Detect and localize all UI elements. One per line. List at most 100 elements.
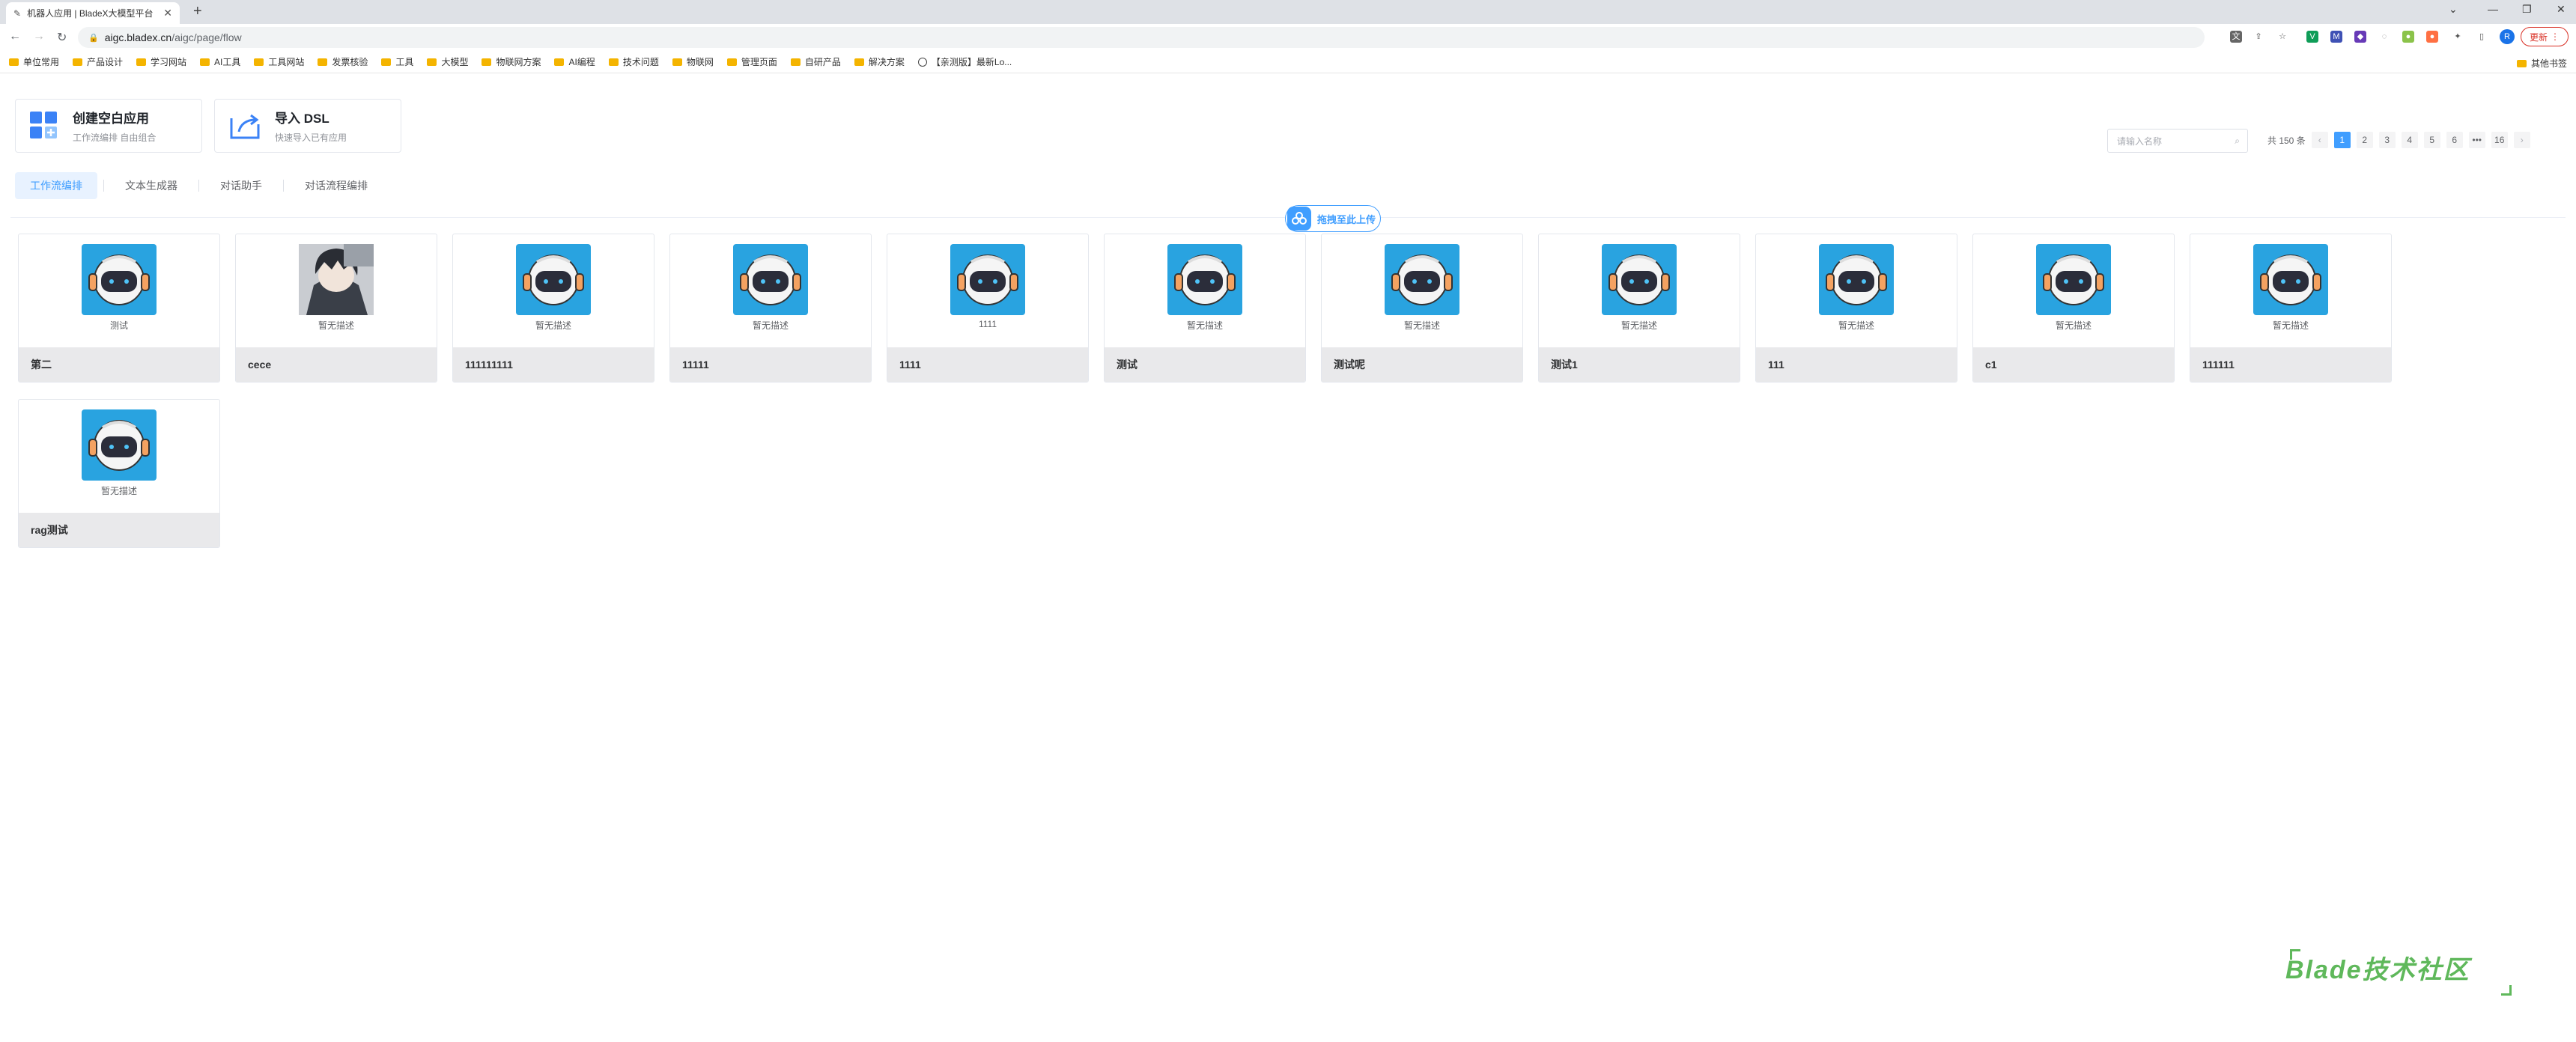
tab-2[interactable]: 对话助手 — [205, 172, 277, 199]
profile-avatar[interactable]: R — [2500, 29, 2515, 44]
app-card-description: 1111 — [978, 319, 997, 329]
import-title: 导入 DSL — [275, 112, 329, 126]
tab-3[interactable]: 对话流程编排 — [290, 172, 383, 199]
extension-v-icon[interactable]: V — [2306, 31, 2318, 43]
tab-title: 机器人应用 | BladeX大模型平台 — [27, 8, 154, 19]
tab-1[interactable]: 文本生成器 — [110, 172, 192, 199]
other-bookmarks[interactable]: 其他书签 — [2516, 57, 2567, 70]
bookmark-item[interactable]: 物联网方案 — [482, 55, 541, 68]
prev-page-icon[interactable]: ‹ — [2311, 132, 2328, 148]
app-card[interactable]: 暂无描述 111111 — [2190, 234, 2392, 383]
app-card-description: 暂无描述 — [535, 320, 571, 331]
extension-orange-icon[interactable]: ● — [2426, 31, 2438, 43]
page-number[interactable]: 2 — [2356, 132, 2373, 148]
bookmark-item[interactable]: 解决方案 — [854, 55, 905, 68]
bookmark-label: 管理页面 — [741, 57, 777, 67]
tab-0[interactable]: 工作流编排 — [15, 172, 97, 199]
app-card-description: 暂无描述 — [2272, 320, 2309, 331]
page-number[interactable]: 6 — [2446, 132, 2463, 148]
app-card[interactable]: 暂无描述 cece — [235, 234, 437, 383]
next-page-icon[interactable]: › — [2513, 132, 2530, 148]
bookmark-item[interactable]: 自研产品 — [790, 55, 841, 68]
bookmark-item[interactable]: 【亲测版】最新Lo... — [917, 55, 1012, 68]
app-card[interactable]: 1111 1111 — [887, 234, 1089, 383]
app-card-description: 暂无描述 — [752, 320, 789, 331]
bookmark-item[interactable]: 发票核验 — [318, 55, 368, 68]
extensions-puzzle-icon[interactable]: ✦ — [2452, 31, 2464, 43]
new-tab-icon[interactable]: + — [193, 3, 202, 20]
bookmark-item[interactable]: 工具网站 — [254, 55, 304, 68]
maximize-icon[interactable]: ❐ — [2522, 3, 2532, 16]
folder-icon — [790, 58, 801, 66]
bookmark-item[interactable]: 物联网 — [672, 55, 714, 68]
drag-upload-button[interactable]: 拖拽至此上传 — [1285, 205, 1381, 232]
translate-icon[interactable]: 文 — [2230, 31, 2242, 43]
app-card[interactable]: 暂无描述 111111111 — [452, 234, 654, 383]
bookmark-item[interactable]: AI编程 — [554, 55, 595, 68]
bookmark-item[interactable]: AI工具 — [200, 55, 240, 68]
app-card-name: 1111 — [887, 347, 1088, 382]
bookmark-item[interactable]: 技术问题 — [608, 55, 659, 68]
forward-icon[interactable]: → — [33, 30, 45, 43]
bookmark-item[interactable]: 大模型 — [427, 55, 468, 68]
bookmark-item[interactable]: 单位常用 — [9, 55, 59, 68]
pagination: 共 150 条 ‹ 1 2 3 4 5 6 ••• 16 › — [2267, 132, 2530, 148]
create-blank-app-card[interactable]: 创建空白应用 工作流编排 自由组合 — [15, 99, 202, 153]
app-card[interactable]: 暂无描述 测试呢 — [1321, 234, 1523, 383]
app-card[interactable]: 暂无描述 c1 — [1972, 234, 2175, 383]
bookmark-label: 【亲测版】最新Lo... — [931, 57, 1012, 67]
bookmark-star-icon[interactable]: ☆ — [2276, 31, 2288, 43]
page-number[interactable]: 16 — [2491, 132, 2508, 148]
robot-avatar-icon — [2036, 244, 2111, 315]
app-card[interactable]: 暂无描述 111 — [1755, 234, 1957, 383]
update-button[interactable]: 更新 ⋮ — [2521, 27, 2569, 46]
extension-hex-icon[interactable]: ◆ — [2354, 31, 2366, 43]
app-card[interactable]: 暂无描述 rag测试 — [18, 399, 220, 548]
app-card-name: rag测试 — [19, 513, 219, 547]
bookmark-label: AI工具 — [214, 57, 241, 67]
import-dsl-card[interactable]: 导入 DSL 快速导入已有应用 — [214, 99, 401, 153]
tab-separator — [103, 180, 104, 192]
robot-avatar-icon — [2253, 244, 2328, 315]
address-bar[interactable]: 🔒 aigc.bladex.cn /aigc/page/flow — [78, 27, 2205, 48]
minimize-icon[interactable]: — — [2488, 3, 2498, 15]
app-card[interactable]: 暂无描述 测试1 — [1538, 234, 1740, 383]
browser-tab[interactable]: ✎ 机器人应用 | BladeX大模型平台 ✕ — [6, 2, 180, 24]
app-card[interactable]: 测试 第二 — [18, 234, 220, 383]
share-icon[interactable]: ⇪ — [2253, 31, 2264, 43]
back-icon[interactable]: ← — [9, 30, 21, 43]
extension-green-icon[interactable]: ● — [2402, 31, 2414, 43]
app-card-name: cece — [236, 347, 437, 382]
app-card-name: 11111 — [670, 347, 871, 382]
app-card-name: 测试 — [1105, 347, 1305, 382]
page-number[interactable]: 4 — [2401, 132, 2418, 148]
folder-icon — [200, 58, 210, 66]
bookmark-item[interactable]: 工具 — [381, 55, 413, 68]
watermark-text: Blade技术社区 — [2285, 956, 2470, 984]
bookmark-item[interactable]: 管理页面 — [726, 55, 777, 68]
app-card-description: 测试 — [109, 320, 128, 331]
search-input[interactable]: 请输入名称 ⌕ — [2107, 129, 2248, 153]
folder-icon — [73, 58, 83, 66]
side-panel-icon[interactable]: ▯ — [2476, 31, 2488, 43]
robot-avatar-icon — [516, 244, 591, 315]
bookmark-label: 单位常用 — [23, 57, 60, 67]
extension-chat-icon[interactable]: ◌ — [2378, 31, 2390, 43]
folder-icon — [672, 58, 682, 66]
close-window-icon[interactable]: ✕ — [2557, 3, 2566, 16]
app-card[interactable]: 暂无描述 测试 — [1104, 234, 1306, 383]
bookmarks-bar: 单位常用 产品设计 学习网站 AI工具 工具网站 发票核验 工具 大模型 物联网方案 AI编程 技术… — [0, 51, 2576, 73]
tab-search-icon[interactable]: ⌄ — [2449, 3, 2458, 16]
close-tab-icon[interactable]: ✕ — [163, 7, 172, 19]
page-number[interactable]: 5 — [2423, 132, 2440, 148]
bookmark-item[interactable]: 学习网站 — [136, 55, 186, 68]
upload-label: 拖拽至此上传 — [1317, 213, 1376, 225]
page-number[interactable]: 3 — [2378, 132, 2396, 148]
reload-icon[interactable]: ↻ — [57, 30, 67, 45]
page-number[interactable]: 1 — [2333, 132, 2351, 148]
bookmark-item[interactable]: 产品设计 — [73, 55, 123, 68]
extension-m-icon[interactable]: M — [2330, 31, 2342, 43]
page-number[interactable]: ••• — [2468, 132, 2485, 148]
robot-avatar-icon — [82, 244, 157, 315]
app-card[interactable]: 暂无描述 11111 — [669, 234, 872, 383]
